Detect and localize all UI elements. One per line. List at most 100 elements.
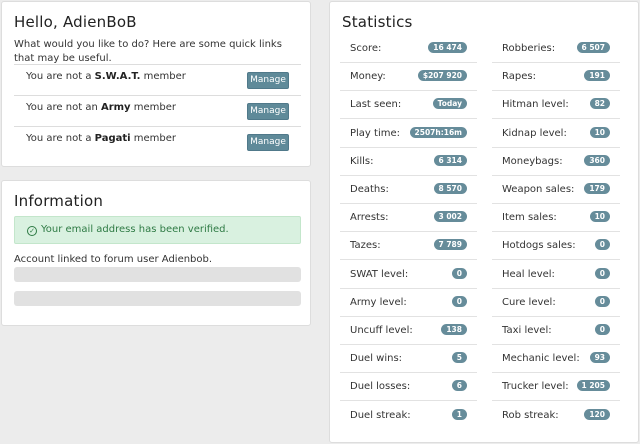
- statistics-title: Statistics: [342, 13, 413, 31]
- manage-swat-button[interactable]: Manage: [247, 72, 289, 89]
- stat-row: Rapes: 191: [492, 63, 620, 92]
- membership-row-army: You are not an Army member Manage: [14, 95, 301, 126]
- stat-label: Weapon sales:: [502, 184, 575, 195]
- stat-row: Duel losses: 6: [340, 373, 477, 402]
- manage-army-button[interactable]: Manage: [247, 103, 289, 120]
- stat-value-badge: 7 789: [433, 239, 467, 251]
- stat-row: Duel wins: 5: [340, 345, 477, 374]
- information-panel: Information ✓ Your email address has been…: [1, 180, 311, 326]
- stat-row: Taxi level: 0: [492, 317, 620, 345]
- stat-row: Moneybags: 360: [492, 148, 620, 176]
- check-circle-icon: ✓: [27, 226, 37, 236]
- hello-intro: What would you like to do? Here are some…: [14, 39, 282, 64]
- hello-panel: Hello, AdienBoB What would you like to d…: [1, 1, 311, 167]
- manage-pagati-button[interactable]: Manage: [247, 134, 289, 151]
- stat-label: SWAT level:: [350, 268, 409, 280]
- stat-label: Money:: [350, 71, 386, 83]
- alert-text: Your email address has been verified.: [41, 224, 229, 235]
- stat-row: Kills: 6 314: [340, 148, 477, 176]
- stat-value-badge: 2507h:16m: [409, 126, 467, 138]
- stat-label: Duel wins:: [350, 353, 403, 365]
- stat-label: Mechanic level:: [502, 353, 580, 365]
- stat-row: Hotdogs sales: 0: [492, 232, 620, 261]
- stat-value-badge: 1: [451, 408, 467, 420]
- stat-value-badge: 0: [594, 324, 610, 335]
- stat-value-badge: 5: [451, 352, 467, 364]
- forum-link-text: Account linked to forum user Adienbob.: [14, 254, 213, 265]
- stat-label: Deaths:: [350, 184, 389, 195]
- stat-row: Arrests: 3 002: [340, 204, 477, 233]
- stat-label: Robberies:: [502, 43, 556, 54]
- stat-row: Mechanic level: 93: [492, 345, 620, 374]
- hello-title: Hello, AdienBoB: [14, 13, 137, 31]
- stat-row: Heal level: 0: [492, 261, 620, 289]
- stat-row: Kidnap level: 10: [492, 120, 620, 148]
- stat-value-badge: 360: [584, 154, 610, 166]
- stat-row: Play time: 2507h:16m: [340, 120, 477, 148]
- stat-label: Hotdogs sales:: [502, 240, 576, 252]
- stat-value-badge: 8 570: [433, 183, 467, 194]
- stat-value-badge: 3 002: [433, 211, 467, 223]
- stat-label: Rapes:: [502, 71, 536, 83]
- membership-text: You are not an Army member: [26, 102, 177, 113]
- stat-row: Uncuff level: 138: [340, 317, 477, 345]
- stat-label: Item sales:: [502, 212, 557, 224]
- stat-row: Item sales: 10: [492, 204, 620, 233]
- stat-value-badge: 120: [584, 408, 610, 420]
- stat-value-badge: 138: [441, 324, 467, 335]
- stat-row: Cure level: 0: [492, 289, 620, 317]
- membership-text: You are not a Pagati member: [26, 133, 177, 144]
- stat-value-badge: 191: [584, 70, 610, 82]
- stat-row: Tazes: 7 789: [340, 232, 477, 261]
- information-title: Information: [14, 192, 104, 210]
- stat-row: Score: 16 474: [340, 35, 477, 63]
- statistics-panel: Statistics Score: 16 474 Money: $207 920 Las…: [329, 1, 639, 443]
- stat-row: Money: $207 920: [340, 63, 477, 92]
- stat-value-badge: 0: [594, 267, 610, 279]
- stat-label: Play time:: [350, 127, 400, 139]
- stat-label: Heal level:: [502, 268, 555, 280]
- empty-field-1: [14, 267, 301, 282]
- stat-row: SWAT level: 0: [340, 261, 477, 289]
- stat-value-badge: 1 205: [576, 380, 610, 392]
- stat-label: Moneybags:: [502, 155, 563, 167]
- stat-value-badge: 0: [594, 239, 610, 251]
- stat-value-badge: 10: [589, 211, 610, 223]
- stat-label: Tazes:: [350, 240, 381, 252]
- stat-label: Kidnap level:: [502, 127, 567, 139]
- stat-value-badge: 10: [589, 126, 610, 138]
- stat-label: Duel losses:: [350, 381, 411, 393]
- stat-value-badge: 6 507: [576, 42, 610, 53]
- stat-value-badge: 82: [589, 98, 610, 110]
- stat-value-badge: 179: [584, 183, 610, 194]
- stat-row: Deaths: 8 570: [340, 176, 477, 204]
- stat-label: Hitman level:: [502, 99, 569, 111]
- stat-row: Hitman level: 82: [492, 91, 620, 120]
- stat-value-badge: 6: [451, 380, 467, 392]
- stat-row: Rob streak: 120: [492, 402, 620, 430]
- stat-value-badge: 6 314: [433, 154, 467, 166]
- stat-label: Cure level:: [502, 296, 556, 308]
- stat-label: Score:: [350, 43, 382, 54]
- stat-label: Kills:: [350, 155, 374, 167]
- stat-value-badge: 0: [594, 295, 610, 307]
- stat-label: Rob streak:: [502, 409, 559, 421]
- stat-label: Army level:: [350, 296, 407, 308]
- membership-text: You are not a S.W.A.T. member: [26, 71, 186, 82]
- stat-label: Trucker level:: [502, 381, 569, 393]
- stat-value-badge: $207 920: [417, 70, 467, 82]
- stat-value-badge: 93: [589, 352, 610, 364]
- stat-row: Duel streak: 1: [340, 402, 477, 430]
- stat-label: Last seen:: [350, 99, 402, 111]
- stat-value-badge: Today: [432, 98, 467, 110]
- stat-value-badge: 16 474: [428, 42, 467, 53]
- stat-row: Weapon sales: 179: [492, 176, 620, 204]
- stat-label: Uncuff level:: [350, 325, 413, 336]
- stat-label: Taxi level:: [502, 325, 552, 336]
- stat-label: Arrests:: [350, 212, 389, 224]
- empty-field-2: [14, 291, 301, 306]
- stat-value-badge: 0: [451, 295, 467, 307]
- stat-row: Last seen: Today: [340, 91, 477, 120]
- stat-row: Trucker level: 1 205: [492, 373, 620, 402]
- stat-value-badge: 0: [451, 267, 467, 279]
